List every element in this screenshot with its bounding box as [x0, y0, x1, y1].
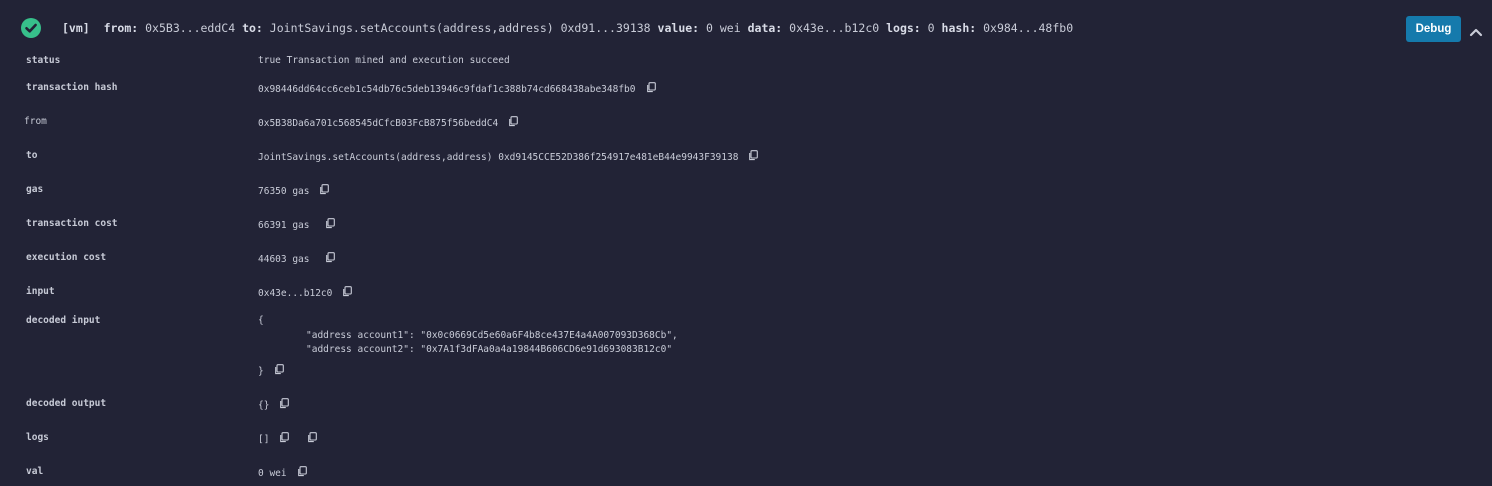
to-label: to: [242, 21, 263, 35]
copy-icon[interactable] [508, 116, 519, 127]
copy-icon[interactable] [342, 286, 353, 297]
status-value: true Transaction mined and execution suc… [258, 55, 510, 66]
transaction-cost-value: 66391 gas [258, 220, 310, 231]
from-detail-label: from [24, 116, 47, 127]
data-label: data: [747, 21, 783, 35]
decoded-input-label: decoded input [26, 315, 101, 326]
value-label: value: [657, 21, 700, 35]
to-detail-label: to [26, 150, 38, 161]
decoded-input-open-brace: { [258, 315, 264, 326]
copy-icon[interactable] [307, 432, 318, 443]
copy-icon[interactable] [274, 364, 284, 375]
from-label: from: [103, 21, 139, 35]
env-tag: [vm] [62, 21, 90, 35]
decoded-output-value: {} [258, 400, 270, 411]
data-value: 0x43e...b12c0 [789, 21, 880, 35]
value-value: 0 wei [706, 21, 741, 35]
decoded-input-line-2: "address account2": "0x7A1f3dFAa0a4a1984… [306, 344, 673, 355]
hash-label: hash: [941, 21, 977, 35]
copy-icon[interactable] [279, 398, 290, 409]
logs-label: logs: [886, 21, 921, 35]
decoded-output-label: decoded output [26, 398, 107, 409]
execution-cost-value: 44603 gas [258, 254, 310, 265]
to-value: JointSavings.setAccounts(address,address… [269, 21, 651, 35]
from-detail-value: 0x5B38Da6a701c568545dCfcB03FcB875f56bedd… [258, 118, 499, 129]
copy-icon[interactable] [748, 150, 759, 161]
copy-icon[interactable] [319, 184, 330, 195]
transaction-hash-label: transaction hash [26, 82, 118, 93]
execution-cost-label: execution cost [26, 252, 107, 263]
logs-detail-value: [] [258, 434, 270, 445]
copy-icon[interactable] [297, 466, 307, 477]
logs-detail-label: logs [26, 432, 49, 443]
chevron-up-icon[interactable] [1469, 22, 1483, 37]
check-circle-icon [21, 18, 41, 38]
val-value: 0 wei [258, 468, 287, 479]
copy-icon[interactable] [646, 82, 656, 93]
decoded-input-line-1: "address account1": "0x0c0669Cd5e60a6F4b… [306, 330, 678, 341]
val-label: val [26, 466, 44, 477]
logs-value: 0 [927, 21, 935, 35]
input-label: input [26, 286, 55, 297]
copy-icon[interactable] [325, 218, 336, 229]
debug-button[interactable]: Debug [1406, 16, 1461, 42]
copy-icon[interactable] [279, 432, 290, 443]
gas-label: gas [26, 184, 44, 195]
hash-value: 0x984...48fb0 [983, 21, 1074, 35]
transaction-cost-label: transaction cost [26, 218, 118, 229]
status-label: status [26, 55, 61, 66]
gas-value: 76350 gas [258, 186, 310, 197]
input-value: 0x43e...b12c0 [258, 288, 333, 299]
decoded-input-close-brace: } [258, 366, 264, 377]
to-detail-value: JointSavings.setAccounts(address,address… [258, 152, 739, 163]
transaction-summary-header[interactable]: [vm] from: 0x5B3...eddC4 to: JointSaving… [0, 0, 1492, 58]
transaction-hash-value: 0x98446dd64cc6ceb1c54db76c5deb13946c9fda… [258, 84, 636, 95]
copy-icon[interactable] [325, 252, 336, 263]
transaction-summary: [vm] from: 0x5B3...eddC4 to: JointSaving… [62, 21, 1073, 35]
from-value: 0x5B3...eddC4 [145, 21, 236, 35]
